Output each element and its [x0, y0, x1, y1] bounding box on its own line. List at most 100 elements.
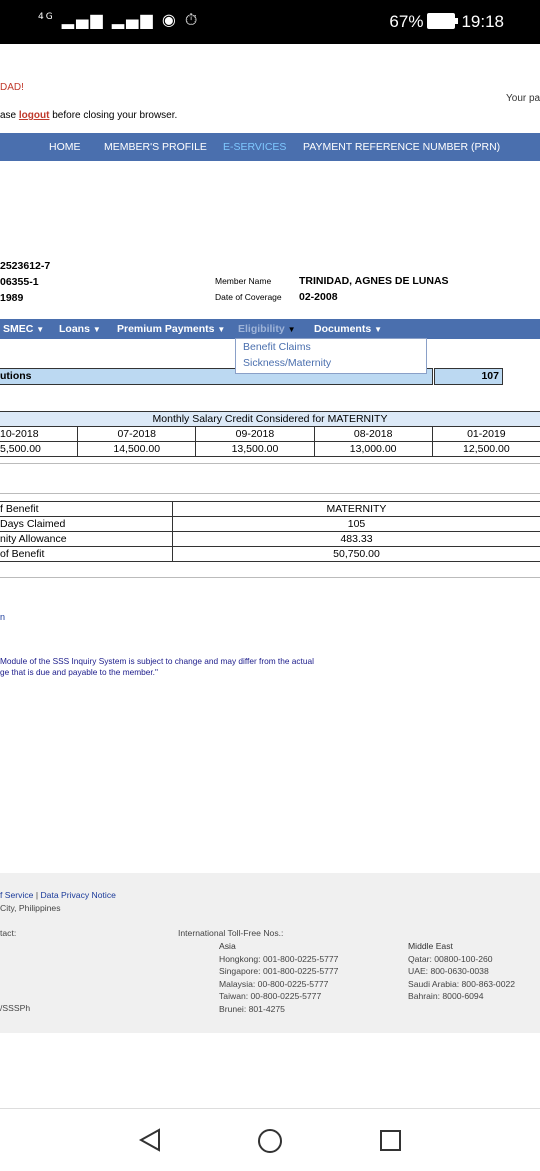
menu-loans[interactable]: Loans ▼ — [59, 323, 101, 335]
amount-cell: 13,000.00 — [314, 442, 432, 457]
contributions-label: utions — [0, 370, 32, 382]
recents-icon[interactable] — [378, 1128, 404, 1154]
benefit-label: f Benefit — [0, 502, 173, 517]
back-icon[interactable] — [137, 1127, 163, 1153]
benefit-label: nity Allowance — [0, 532, 173, 547]
member-ids: 2523612-7 06355-1 1989 — [0, 258, 50, 306]
logout-suffix: before closing your browser. — [49, 110, 177, 121]
note-link[interactable]: n — [0, 612, 5, 622]
asia-list: Asia Hongkong: 001-800-0225-5777 Singapo… — [219, 940, 338, 1015]
nav-home[interactable]: HOME — [49, 141, 81, 153]
footer-city: City, Philippines — [0, 903, 61, 913]
greeting: DAD! — [0, 82, 24, 93]
table-row: nity Allowance 483.33 — [0, 532, 540, 547]
logout-notice: ase logout before closing your browser. — [0, 110, 177, 121]
asia-number: Singapore: 001-800-0225-5777 — [219, 965, 338, 978]
dropdown-sickness-maternity[interactable]: Sickness/Maternity — [243, 357, 331, 369]
footer-social[interactable]: /SSSPh — [0, 1003, 30, 1013]
disclaimer-line-1: Module of the SSS Inquiry System is subj… — [0, 656, 314, 667]
terms-of-service-link[interactable]: f Service — [0, 890, 33, 900]
eligibility-dropdown: Benefit Claims Sickness/Maternity — [235, 338, 427, 374]
signal-icons: 4G ▂▄▆ ▂▄▆ ◉ ⏱ — [38, 10, 199, 30]
caret-down-icon: ▼ — [36, 325, 44, 334]
amount-cell: 5,500.00 — [0, 442, 78, 457]
menu-loans-label: Loans — [59, 323, 90, 335]
amount-cell: 12,500.00 — [432, 442, 540, 457]
asia-title: Asia — [219, 940, 338, 953]
month-cell: 07-2018 — [78, 427, 196, 442]
middle-east-title: Middle East — [408, 940, 515, 953]
tollfree-title: International Toll-Free Nos.: — [178, 928, 283, 938]
caret-down-icon: ▼ — [217, 325, 225, 334]
coverage-label: Date of Coverage — [215, 292, 282, 302]
menu-premium-label: Premium Payments — [117, 323, 214, 335]
amount-cell: 13,500.00 — [196, 442, 314, 457]
main-nav: HOME MEMBER'S PROFILE E-SERVICES PAYMENT… — [0, 133, 540, 161]
benefit-label: of Benefit — [0, 547, 173, 562]
signal-icon: ▂▄▆ — [62, 10, 105, 29]
caret-down-icon: ▼ — [374, 325, 382, 334]
member-name-value: TRINIDAD, AGNES DE LUNAS — [299, 275, 449, 287]
asia-number: Hongkong: 001-800-0225-5777 — [219, 953, 338, 966]
disclaimer-line-2: ge that is due and payable to the member… — [0, 667, 314, 678]
benefit-table: f Benefit MATERNITY Days Claimed 105 nit… — [0, 501, 540, 562]
middle-east-number: UAE: 800-0630-0038 — [408, 965, 515, 978]
nav-e-services[interactable]: E-SERVICES — [223, 141, 286, 153]
eservices-menu: SMEC ▼ Loans ▼ Premium Payments ▼ Eligib… — [0, 319, 540, 339]
member-id-1: 2523612-7 — [0, 258, 50, 274]
coverage-value: 02-2008 — [299, 291, 338, 303]
logout-link[interactable]: logout — [19, 110, 50, 121]
menu-premium-payments[interactable]: Premium Payments ▼ — [117, 323, 225, 335]
middle-east-number: Qatar: 00800-100-260 — [408, 953, 515, 966]
table-row: Days Claimed 105 — [0, 517, 540, 532]
benefit-value: MATERNITY — [173, 502, 540, 517]
benefit-value: 50,750.00 — [173, 547, 540, 562]
battery-icon — [427, 13, 455, 29]
disclaimer: Module of the SSS Inquiry System is subj… — [0, 656, 314, 678]
menu-documents[interactable]: Documents ▼ — [314, 323, 382, 335]
month-cell: 08-2018 — [314, 427, 432, 442]
amount-cell: 14,500.00 — [78, 442, 196, 457]
member-name-label: Member Name — [215, 276, 271, 286]
table-row: f Benefit MATERNITY — [0, 502, 540, 517]
contributions-value-cell: 107 — [434, 368, 503, 385]
menu-eligibility-label: Eligibility — [238, 323, 285, 335]
signal-icon-2: ▂▄▆ — [112, 10, 155, 29]
android-nav-bar — [0, 1108, 540, 1171]
middle-east-list: Middle East Qatar: 00800-100-260 UAE: 80… — [408, 940, 515, 1003]
asia-number: Brunei: 801-4275 — [219, 1003, 338, 1016]
middle-east-number: Bahrain: 8000-6094 — [408, 990, 515, 1003]
data-privacy-link[interactable]: Data Privacy Notice — [40, 890, 115, 900]
divider — [0, 493, 540, 494]
dropdown-benefit-claims[interactable]: Benefit Claims — [243, 341, 311, 353]
asia-number: Malaysia: 00-800-0225-5777 — [219, 978, 338, 991]
salary-table-title: Monthly Salary Credit Considered for MAT… — [0, 412, 540, 427]
divider — [0, 463, 540, 464]
battery-percent: 67% — [389, 12, 423, 31]
benefit-value: 105 — [173, 517, 540, 532]
member-id-2: 06355-1 — [0, 274, 50, 290]
menu-eligibility[interactable]: Eligibility ▼ — [238, 323, 296, 335]
your-password-text: Your pa — [506, 93, 540, 104]
table-row: 5,500.00 14,500.00 13,500.00 13,000.00 1… — [0, 442, 540, 457]
menu-documents-label: Documents — [314, 323, 371, 335]
nav-prn[interactable]: PAYMENT REFERENCE NUMBER (PRN) — [303, 141, 500, 153]
caret-down-icon: ▼ — [288, 325, 296, 334]
month-cell: 01-2019 — [432, 427, 540, 442]
month-cell: 10-2018 — [0, 427, 78, 442]
table-row: of Benefit 50,750.00 — [0, 547, 540, 562]
logout-prefix: ase — [0, 110, 19, 121]
month-cell: 09-2018 — [196, 427, 314, 442]
footer-links: f Service | Data Privacy Notice — [0, 890, 116, 900]
nav-member-profile[interactable]: MEMBER'S PROFILE — [104, 141, 207, 153]
member-id-3: 1989 — [0, 290, 50, 306]
divider — [0, 577, 540, 578]
eye-icon: ◉ — [162, 10, 178, 29]
middle-east-number: Saudi Arabia: 800-863-0022 — [408, 978, 515, 991]
home-icon[interactable] — [256, 1127, 284, 1155]
status-right: 67%19:18 — [389, 12, 504, 32]
network-label: 4G — [38, 12, 55, 22]
table-row: 10-2018 07-2018 09-2018 08-2018 01-2019 — [0, 427, 540, 442]
benefit-label: Days Claimed — [0, 517, 173, 532]
menu-smec[interactable]: SMEC ▼ — [3, 323, 44, 335]
